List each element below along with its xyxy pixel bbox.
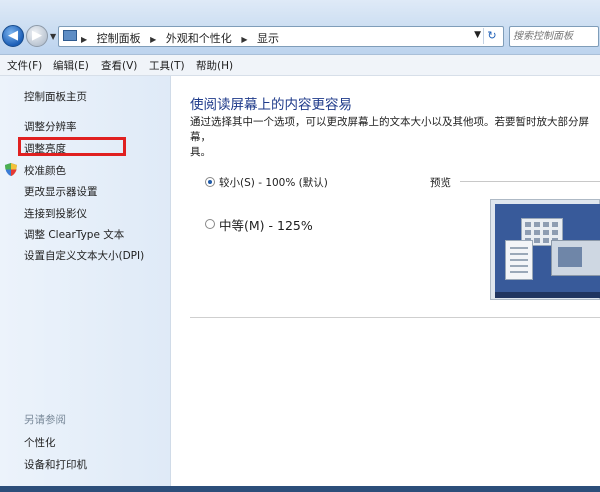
breadcrumb-item-control-panel[interactable]: 控制面板 (97, 32, 141, 45)
description-line-1: 通过选择其中一个选项，可以更改屏幕上的文本大小以及其他项。若要暂时放大部分屏幕， (190, 116, 589, 143)
highlight-box (18, 137, 126, 156)
chevron-right-icon[interactable]: ▶ (150, 35, 156, 44)
sidebar-item-connect-projector[interactable]: 连接到投影仪 (24, 206, 87, 221)
sidebar-item-devices-printers[interactable]: 设备和打印机 (24, 457, 87, 472)
history-dropdown-icon[interactable]: ▼ (50, 32, 56, 41)
menu-view[interactable]: 查看(V) (101, 58, 137, 73)
see-also-heading: 另请参阅 (24, 414, 66, 426)
sidebar-item-cleartype[interactable]: 调整 ClearType 文本 (24, 227, 124, 242)
sidebar-item-adjust-resolution[interactable]: 调整分辨率 (24, 119, 77, 134)
option-medium-label[interactable]: 中等(M) - 125% (219, 215, 313, 234)
preview-window-list (505, 240, 533, 280)
search-box[interactable] (509, 26, 599, 47)
breadcrumb: ▶ 控制面板 ▶ 外观和个性化 ▶ 显示 (81, 30, 285, 46)
breadcrumb-item-display[interactable]: 显示 (257, 32, 279, 45)
section-divider (190, 317, 600, 318)
back-button[interactable]: ◀ (2, 25, 24, 47)
sidebar-item-control-panel-home[interactable]: 控制面板主页 (24, 89, 87, 104)
address-bar: ◀ ▶ ▼ ▶ 控制面板 ▶ 外观和个性化 ▶ 显示 ▼ ↻ (0, 0, 600, 55)
menu-edit[interactable]: 编辑(E) (53, 58, 89, 73)
shield-icon (5, 163, 17, 176)
sidebar-item-change-display-settings[interactable]: 更改显示器设置 (24, 184, 98, 199)
radio-medium[interactable] (205, 219, 215, 229)
preview-taskbar (495, 292, 600, 298)
preview-window-image (551, 240, 600, 276)
breadcrumb-item-appearance[interactable]: 外观和个性化 (166, 32, 232, 45)
menu-tools[interactable]: 工具(T) (149, 58, 185, 73)
page-description: 通过选择其中一个选项，可以更改屏幕上的文本大小以及其他项。若要暂时放大部分屏幕，… (190, 115, 600, 160)
preview-image (490, 199, 600, 300)
chevron-right-icon[interactable]: ▶ (241, 35, 247, 44)
menu-bar: 文件(F) 编辑(E) 查看(V) 工具(T) 帮助(H) (0, 55, 600, 76)
search-input[interactable] (513, 28, 597, 45)
menu-help[interactable]: 帮助(H) (196, 58, 233, 73)
page-title: 使阅读屏幕上的内容更容易 (190, 97, 352, 113)
preview-divider (460, 181, 600, 182)
sidebar-item-calibrate-color[interactable]: 校准颜色 (24, 163, 66, 178)
sidebar-item-custom-dpi[interactable]: 设置自定义文本大小(DPI) (24, 248, 144, 263)
address-dropdown-icon[interactable]: ▼ (474, 30, 481, 40)
address-box[interactable]: ▶ 控制面板 ▶ 外观和个性化 ▶ 显示 ▼ ↻ (58, 26, 504, 47)
forward-button[interactable]: ▶ (26, 25, 48, 47)
option-smaller-label[interactable]: 较小(S) - 100% (默认) (219, 175, 328, 190)
preview-label: 预览 (430, 177, 451, 189)
preview-desktop (495, 204, 600, 292)
preview-inner-image (558, 247, 582, 267)
description-line-2: 具。 (190, 146, 211, 158)
menu-file[interactable]: 文件(F) (7, 58, 42, 73)
window-bottom-edge (0, 486, 600, 492)
radio-smaller[interactable] (205, 177, 215, 187)
sidebar-item-personalization[interactable]: 个性化 (24, 435, 56, 450)
chevron-right-icon[interactable]: ▶ (81, 35, 87, 44)
refresh-icon[interactable]: ↻ (483, 28, 500, 44)
control-panel-icon (63, 30, 77, 41)
